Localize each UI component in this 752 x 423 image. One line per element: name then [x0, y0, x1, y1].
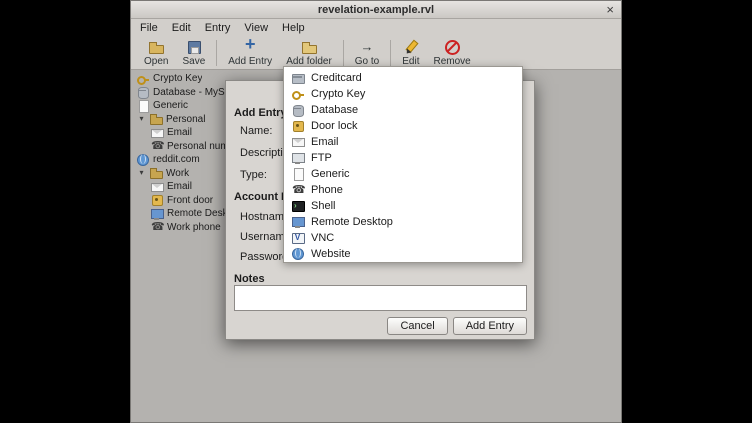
notes-input[interactable]: [234, 285, 527, 311]
generic-icon: [292, 168, 304, 180]
email-icon: [292, 136, 304, 148]
website-icon: [137, 154, 149, 166]
key-icon: [292, 88, 304, 100]
type-option-label: Website: [311, 248, 351, 260]
menu-item[interactable]: Edit: [165, 21, 198, 35]
save-button[interactable]: Save: [175, 38, 212, 68]
key-icon: [137, 73, 149, 85]
type-option[interactable]: Website: [284, 246, 522, 262]
open-button[interactable]: Open: [137, 38, 175, 68]
type-label: Type:: [240, 169, 267, 181]
toolbar-group-edit: Edit Remove: [395, 38, 477, 68]
menu-item[interactable]: Help: [275, 21, 312, 35]
open-icon: [148, 39, 164, 55]
toolbar-group-file: Open Save: [137, 38, 212, 68]
type-option[interactable]: Phone: [284, 182, 522, 198]
toolbar-separator: [216, 40, 217, 66]
type-option[interactable]: Generic: [284, 166, 522, 182]
type-option[interactable]: Email: [284, 134, 522, 150]
type-option-label: Shell: [311, 200, 335, 212]
toolbar-group-goto: Go to: [348, 38, 386, 68]
type-option[interactable]: Database: [284, 102, 522, 118]
expander-icon[interactable]: ▾: [137, 114, 146, 124]
name-label: Name:: [240, 125, 272, 137]
type-option-label: Door lock: [311, 120, 357, 132]
type-option-label: Remote Desktop: [311, 216, 393, 228]
type-option[interactable]: Shell: [284, 198, 522, 214]
type-option-label: Creditcard: [311, 72, 362, 84]
email-icon: [151, 127, 163, 139]
shell-icon: [292, 200, 304, 212]
vnc-icon: [292, 232, 304, 244]
type-option-label: Phone: [311, 184, 343, 196]
creditcard-icon: [292, 72, 304, 84]
remove-icon: [444, 39, 460, 55]
menu-item[interactable]: View: [237, 21, 275, 35]
phone-icon: [151, 140, 163, 152]
add-entry-confirm-button[interactable]: Add Entry: [453, 317, 527, 335]
dialog-title: Add Entry: [234, 107, 287, 119]
generic-icon: [137, 100, 149, 112]
addentry-icon: [242, 39, 258, 55]
type-option-label: VNC: [311, 232, 334, 244]
database-icon: [292, 104, 304, 116]
remove-button[interactable]: Remove: [426, 38, 477, 68]
add-folder-button[interactable]: Add folder: [279, 38, 339, 68]
toolbar-group-add: Add Entry Add folder: [221, 38, 339, 68]
type-option[interactable]: Door lock: [284, 118, 522, 134]
type-dropdown-menu: Creditcard Crypto Key Database Door lock…: [283, 66, 523, 263]
close-icon[interactable]: ×: [606, 2, 614, 17]
toolbar-separator: [390, 40, 391, 66]
titlebar[interactable]: revelation-example.rvl ×: [131, 1, 621, 19]
menubar: File Edit Entry View Help: [131, 19, 621, 36]
add-entry-button[interactable]: Add Entry: [221, 38, 279, 68]
email-icon: [151, 181, 163, 193]
ftp-icon: [292, 152, 304, 164]
phone-icon: [292, 184, 304, 196]
toolbar: Open Save Add Entry: [131, 36, 621, 70]
website-icon: [292, 248, 304, 260]
type-option[interactable]: Remote Desktop: [284, 214, 522, 230]
cancel-button[interactable]: Cancel: [387, 317, 447, 335]
doorlock-icon: [292, 120, 304, 132]
type-option[interactable]: VNC: [284, 230, 522, 246]
expander-icon[interactable]: ▾: [137, 168, 146, 178]
remote-icon: [151, 208, 163, 220]
doorlock-icon: [151, 194, 163, 206]
type-option-label: Database: [311, 104, 358, 116]
type-option[interactable]: Creditcard: [284, 70, 522, 86]
type-option[interactable]: FTP: [284, 150, 522, 166]
save-icon: [186, 39, 202, 55]
menu-item[interactable]: Entry: [198, 21, 238, 35]
toolbar-separator: [343, 40, 344, 66]
folder-icon: [150, 113, 162, 125]
addfolder-icon: [301, 39, 317, 55]
desktop-background: revelation-example.rvl × File Edit Entry…: [0, 0, 752, 423]
phone-icon: [151, 221, 163, 233]
folder-icon: [150, 167, 162, 179]
edit-button[interactable]: Edit: [395, 38, 426, 68]
menu-item[interactable]: File: [133, 21, 165, 35]
database-icon: [137, 86, 149, 98]
type-option-label: Email: [311, 136, 339, 148]
go-to-button[interactable]: Go to: [348, 38, 386, 68]
window-title: revelation-example.rvl: [318, 4, 434, 16]
dialog-buttons: Cancel Add Entry: [387, 317, 527, 335]
edit-icon: [403, 39, 419, 55]
notes-label: Notes: [234, 273, 265, 285]
goto-icon: [359, 39, 375, 55]
type-option-label: Generic: [311, 168, 350, 180]
type-option-label: Crypto Key: [311, 88, 365, 100]
type-option[interactable]: Crypto Key: [284, 86, 522, 102]
type-option-label: FTP: [311, 152, 332, 164]
remote-icon: [292, 216, 304, 228]
